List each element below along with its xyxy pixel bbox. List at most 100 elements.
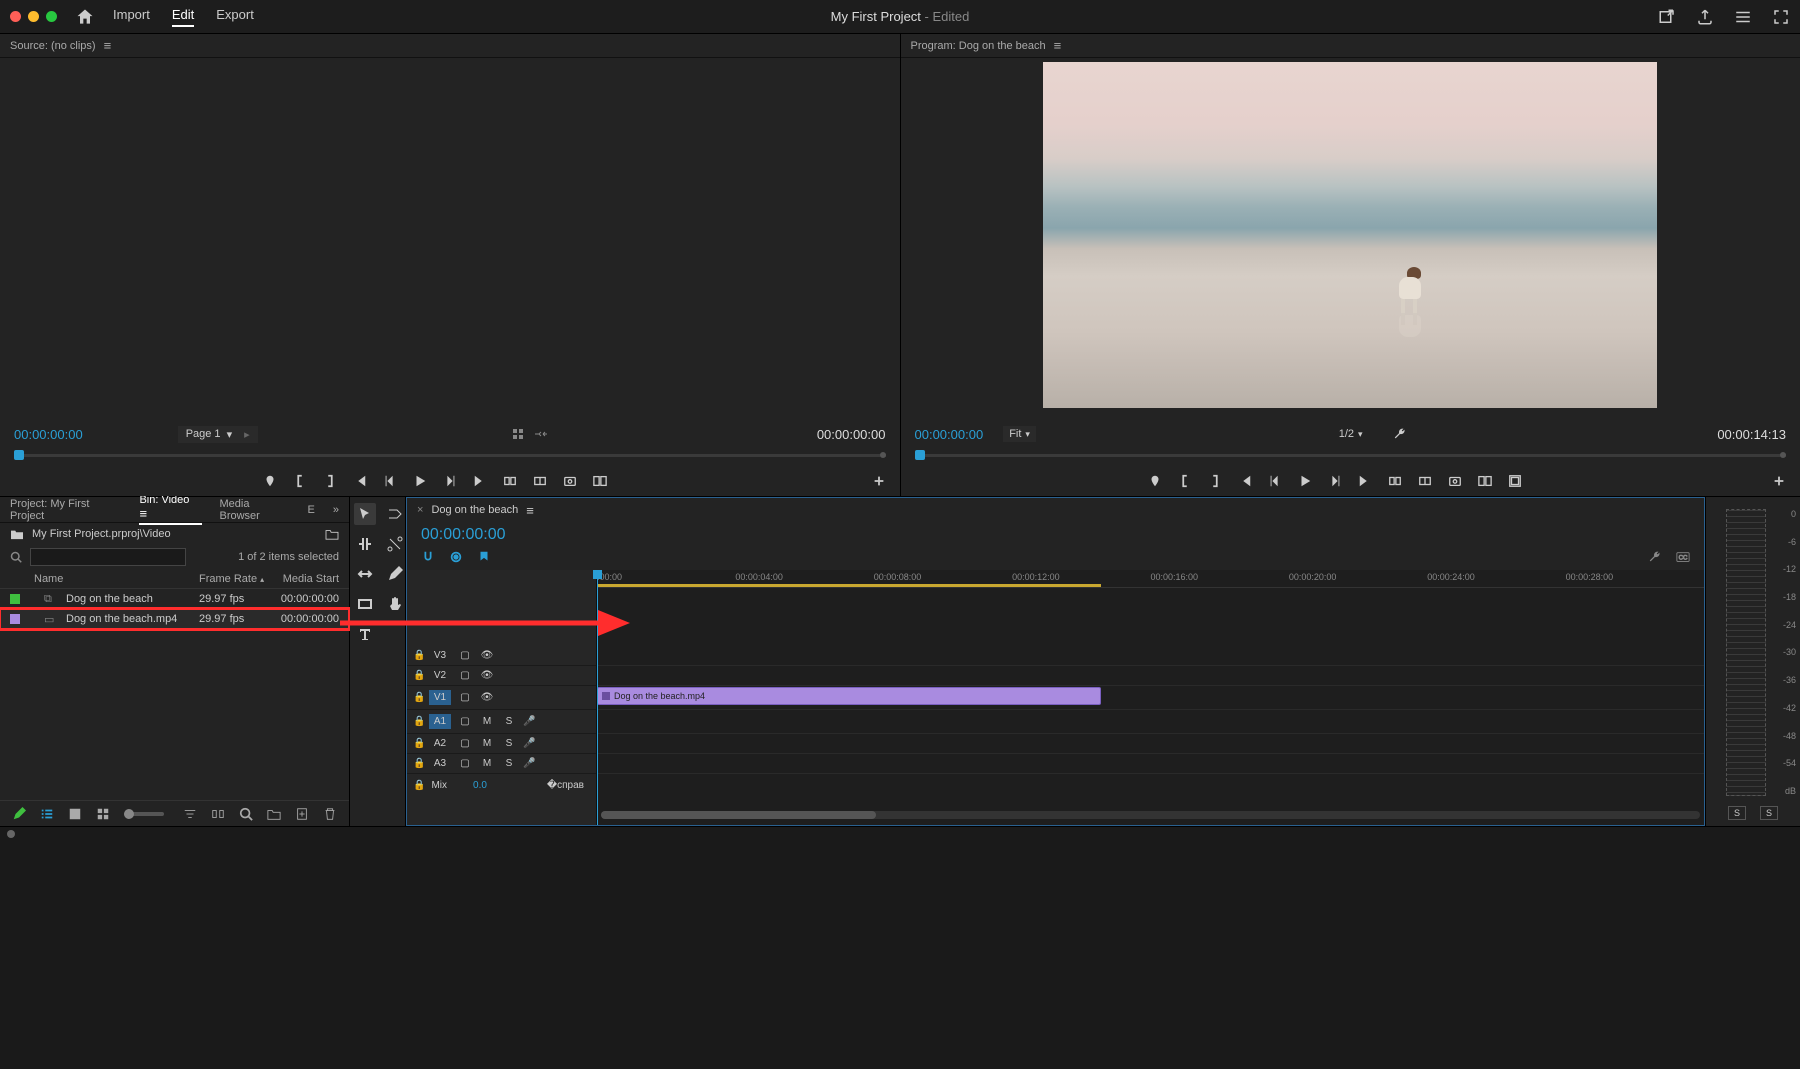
freeform-view-icon[interactable] — [96, 807, 110, 821]
step-icon[interactable] — [534, 429, 548, 439]
program-scrubber[interactable] — [915, 446, 1787, 466]
timeline-clip[interactable]: Dog on the beach.mp4 — [597, 687, 1101, 705]
sequence-tab[interactable]: Dog on the beach — [431, 504, 518, 516]
icon-view-icon[interactable] — [68, 807, 82, 821]
play-icon[interactable] — [413, 474, 427, 488]
comparison-icon[interactable] — [1478, 474, 1492, 488]
comparison-icon[interactable] — [593, 474, 607, 488]
timeline-ruler[interactable]: :00:0000:00:04:0000:00:08:0000:00:12:000… — [597, 570, 1704, 588]
source-page-selector[interactable]: Page 1▾▸ — [178, 426, 258, 443]
lane-a2[interactable] — [597, 734, 1704, 754]
solo-left[interactable]: S — [1728, 806, 1746, 820]
fullscreen-icon[interactable] — [1772, 8, 1790, 26]
panel-menu-icon[interactable] — [526, 503, 538, 518]
close-sequence-icon[interactable]: × — [417, 504, 423, 516]
mix-track-header[interactable]: 🔒Mix0.0�справ — [407, 774, 596, 796]
ripple-tool[interactable] — [354, 533, 376, 555]
sort-icon[interactable] — [183, 807, 197, 821]
tab-project[interactable]: Project: My First Project — [10, 498, 121, 522]
trash-icon[interactable] — [323, 807, 337, 821]
track-a3-header[interactable]: 🔒A3▢MS🎤 — [407, 754, 596, 774]
play-icon[interactable] — [1298, 474, 1312, 488]
home-icon[interactable] — [75, 7, 95, 27]
slip-tool[interactable] — [354, 563, 376, 585]
source-monitor-viewport[interactable] — [0, 58, 900, 422]
hand-tool[interactable] — [384, 593, 406, 615]
extract-icon[interactable] — [1418, 474, 1432, 488]
rectangle-tool[interactable] — [354, 593, 376, 615]
settings-icon[interactable] — [1648, 550, 1662, 564]
track-a1-header[interactable]: 🔒A1▢MS🎤 — [407, 710, 596, 734]
new-item-icon[interactable] — [295, 807, 309, 821]
lane-a1[interactable] — [597, 710, 1704, 734]
grid-icon[interactable] — [512, 428, 524, 440]
panel-menu-icon[interactable] — [104, 38, 116, 53]
lane-v3[interactable] — [597, 646, 1704, 666]
track-v1-header[interactable]: 🔒V1▢👁 — [407, 686, 596, 710]
track-select-tool[interactable] — [384, 503, 406, 525]
go-to-out-icon[interactable] — [473, 474, 487, 488]
timeline-zoom-scroll[interactable] — [601, 811, 1700, 819]
lane-v2[interactable] — [597, 666, 1704, 686]
step-fwd-icon[interactable] — [443, 474, 457, 488]
zoom-fit-selector[interactable]: Fit — [1003, 426, 1036, 442]
step-back-icon[interactable] — [1268, 474, 1282, 488]
tabs-overflow-icon[interactable]: » — [333, 504, 339, 516]
selection-tool[interactable] — [354, 503, 376, 525]
tab-media-browser[interactable]: Media Browser — [220, 498, 290, 522]
source-timecode-in[interactable]: 00:00:00:00 — [14, 427, 83, 442]
in-bracket-icon[interactable] — [293, 474, 307, 488]
settings-wrench-icon[interactable] — [1393, 427, 1407, 441]
source-scrubber[interactable] — [14, 446, 886, 466]
tab-edit[interactable]: Edit — [172, 7, 194, 27]
add-button-icon[interactable] — [1772, 474, 1786, 488]
folder-up-icon[interactable] — [325, 528, 339, 540]
insert-icon[interactable] — [503, 474, 517, 488]
overwrite-icon[interactable] — [533, 474, 547, 488]
quick-export-icon[interactable] — [1658, 8, 1676, 26]
snap-icon[interactable] — [421, 550, 435, 564]
add-button-icon[interactable] — [872, 474, 886, 488]
panel-menu-icon[interactable] — [1054, 38, 1066, 53]
tab-export[interactable]: Export — [216, 7, 254, 27]
new-bin-icon[interactable] — [267, 807, 281, 821]
track-v3-header[interactable]: 🔒V3▢👁 — [407, 646, 596, 666]
tab-bin-video[interactable]: Bin: Video — [139, 494, 201, 525]
thumbnail-size-slider[interactable] — [124, 812, 164, 816]
export-frame-icon[interactable] — [1448, 474, 1462, 488]
lane-v1[interactable]: Dog on the beach.mp4 — [597, 686, 1704, 710]
export-frame-icon[interactable] — [563, 474, 577, 488]
in-bracket-icon[interactable] — [1178, 474, 1192, 488]
solo-right[interactable]: S — [1760, 806, 1778, 820]
mark-in-icon[interactable] — [1148, 474, 1162, 488]
search-input[interactable] — [30, 548, 186, 566]
minimize-window[interactable] — [28, 11, 39, 22]
program-timecode-current[interactable]: 00:00:00:00 — [915, 427, 984, 442]
step-fwd-icon[interactable] — [1328, 474, 1342, 488]
playback-res-selector[interactable]: 1/2 — [1339, 428, 1363, 440]
tab-import[interactable]: Import — [113, 7, 150, 27]
timeline-content[interactable]: :00:0000:00:04:0000:00:08:0000:00:12:000… — [597, 570, 1704, 825]
go-to-out-icon[interactable] — [1358, 474, 1372, 488]
track-v2-header[interactable]: 🔒V2▢👁 — [407, 666, 596, 686]
go-to-in-icon[interactable] — [1238, 474, 1252, 488]
razor-tool[interactable] — [384, 533, 406, 555]
safe-margins-icon[interactable] — [1508, 474, 1522, 488]
maximize-window[interactable] — [46, 11, 57, 22]
cc-icon[interactable]: CC — [1676, 550, 1690, 564]
project-column-headers[interactable]: Name Frame Rate ▴ Media Start — [0, 569, 349, 589]
go-to-in-icon[interactable] — [353, 474, 367, 488]
playhead[interactable] — [597, 570, 598, 825]
pen-tool[interactable] — [384, 563, 406, 585]
marker-icon[interactable] — [477, 550, 491, 564]
program-monitor-viewport[interactable] — [901, 58, 1800, 422]
list-view-icon[interactable] — [40, 807, 54, 821]
project-row[interactable]: ⧉Dog on the beach29.97 fps00:00:00:00 — [0, 589, 349, 609]
lane-a3[interactable] — [597, 754, 1704, 774]
close-window[interactable] — [10, 11, 21, 22]
step-back-icon[interactable] — [383, 474, 397, 488]
mark-in-icon[interactable] — [263, 474, 277, 488]
lift-icon[interactable] — [1388, 474, 1402, 488]
track-a2-header[interactable]: 🔒A2▢MS🎤 — [407, 734, 596, 754]
tab-extra[interactable]: E — [308, 504, 315, 516]
